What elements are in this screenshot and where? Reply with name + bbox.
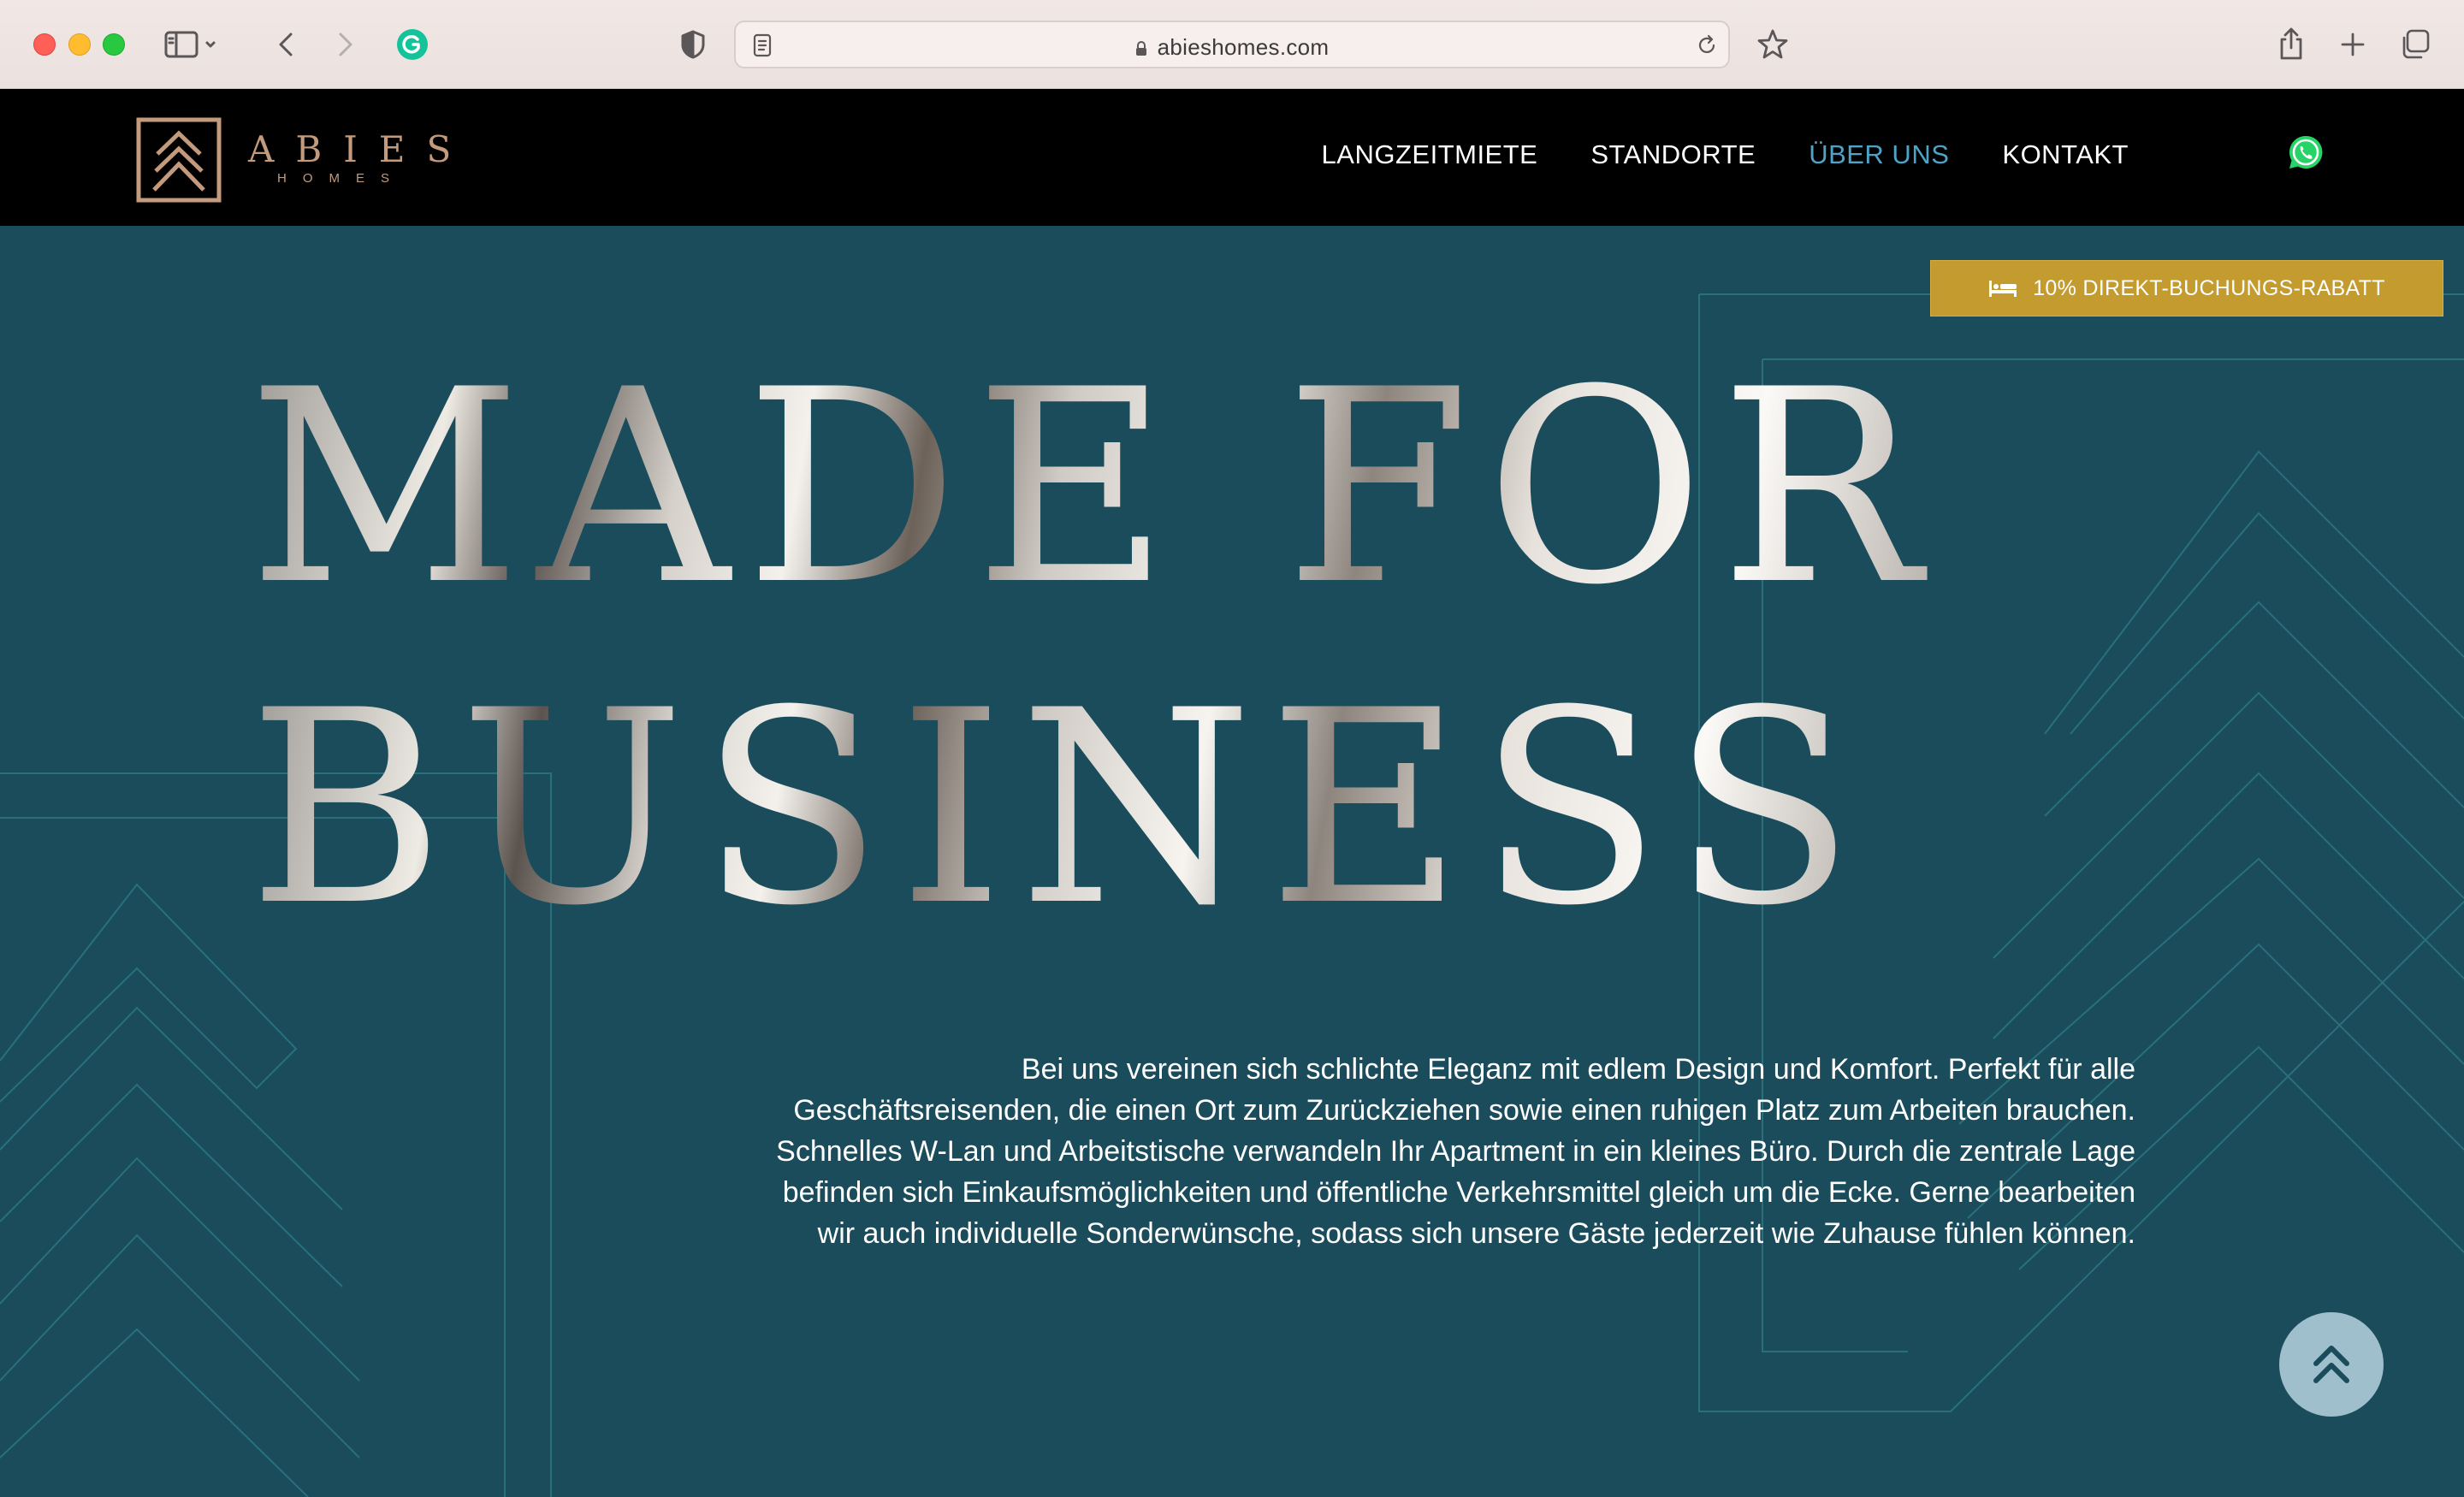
nav-kontakt[interactable]: KONTAKT: [2002, 139, 2129, 170]
intro-paragraph: Bei uns vereinen sich schlichte Eleganz …: [776, 1053, 2135, 1250]
chevron-left-icon[interactable]: [272, 27, 299, 62]
nav-standorte[interactable]: STANDORTE: [1590, 139, 1756, 170]
chevron-right-icon[interactable]: [332, 27, 359, 62]
double-chevron-up-icon: [2313, 1346, 2349, 1383]
main-nav: LANGZEITMIETE STANDORTE ÜBER UNS KONTAKT: [1322, 139, 2129, 170]
logo-text: ABIES HOMES: [248, 127, 473, 186]
close-window-button[interactable]: [33, 33, 56, 56]
headline-line-1: MADE FOR: [248, 332, 1937, 643]
logo-word: ABIES: [248, 127, 473, 170]
bed-icon: [1989, 281, 2017, 297]
browser-toolbar: abieshomes.com: [0, 0, 2464, 89]
sidebar-icon[interactable]: [163, 27, 219, 62]
nav-ueber-uns[interactable]: ÜBER UNS: [1809, 139, 1949, 170]
hero-section: 10% DIREKT-BUCHUNGS-RABATT MADE FOR BUSI…: [0, 226, 2464, 1497]
whatsapp-icon[interactable]: [2288, 134, 2324, 170]
grammarly-icon[interactable]: [395, 27, 429, 62]
logo-mark-icon: [136, 117, 222, 203]
site-header: ABIES HOMES LANGZEITMIETE STANDORTE ÜBER…: [0, 89, 2464, 226]
url-display[interactable]: abieshomes.com: [736, 34, 1728, 61]
share-icon[interactable]: [2274, 24, 2308, 63]
headline-line-2: BUSINESS: [248, 653, 1870, 964]
url-text: abieshomes.com: [1157, 34, 1330, 60]
nav-langzeitmiete[interactable]: LANGZEITMIETE: [1322, 139, 1538, 170]
reload-icon[interactable]: [1694, 33, 1720, 58]
direct-booking-discount-button[interactable]: 10% DIREKT-BUCHUNGS-RABATT: [1930, 260, 2443, 317]
logo-subword: HOMES: [277, 170, 406, 186]
tabs-overview-icon[interactable]: [2396, 26, 2433, 63]
zoom-window-button[interactable]: [103, 33, 125, 56]
lock-icon: [1135, 41, 1146, 56]
shield-icon[interactable]: [678, 27, 708, 62]
scroll-to-top-button[interactable]: [2279, 1312, 2384, 1417]
promo-label: 10% DIREKT-BUCHUNGS-RABATT: [2033, 275, 2385, 300]
address-bar[interactable]: abieshomes.com: [734, 21, 1730, 68]
plus-icon[interactable]: [2336, 27, 2370, 62]
abies-homes-logo[interactable]: ABIES HOMES: [135, 115, 472, 205]
star-icon[interactable]: [1754, 26, 1792, 63]
minimize-window-button[interactable]: [68, 33, 91, 56]
